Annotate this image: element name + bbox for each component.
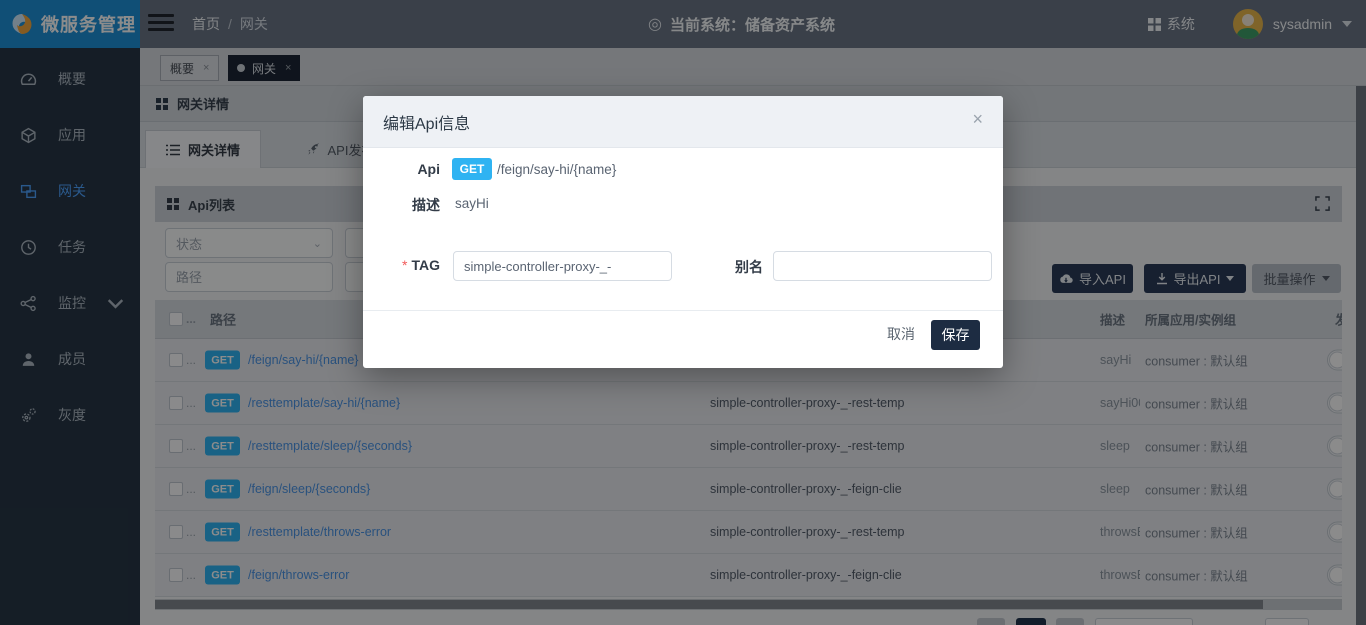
alias-input[interactable] xyxy=(773,251,992,281)
api-path-value: /feign/say-hi/{name} xyxy=(497,162,616,177)
tag-label: *TAG xyxy=(370,257,440,273)
app-root: 微服务管理 首页/网关 ◎ 当前系统：储备资产系统 系统 sysadmin 概要 xyxy=(0,0,1366,625)
required-asterisk: * xyxy=(402,257,407,273)
modal-title: 编辑Api信息 xyxy=(383,110,470,134)
modal-header: 编辑Api信息 xyxy=(363,96,1003,148)
modal-footer-divider xyxy=(363,310,1003,311)
close-icon[interactable]: × xyxy=(972,110,983,128)
alias-label: 别名 xyxy=(703,257,763,277)
desc-value: sayHi xyxy=(455,196,489,211)
save-button[interactable]: 保存 xyxy=(931,320,980,350)
cancel-button[interactable]: 取消 xyxy=(887,324,915,344)
api-label: Api xyxy=(380,161,440,177)
method-badge: GET xyxy=(452,158,492,180)
edit-api-modal: 编辑Api信息 × Api GET /feign/say-hi/{name} 描… xyxy=(363,96,1003,368)
tag-input[interactable] xyxy=(453,251,672,281)
desc-label: 描述 xyxy=(380,195,440,215)
